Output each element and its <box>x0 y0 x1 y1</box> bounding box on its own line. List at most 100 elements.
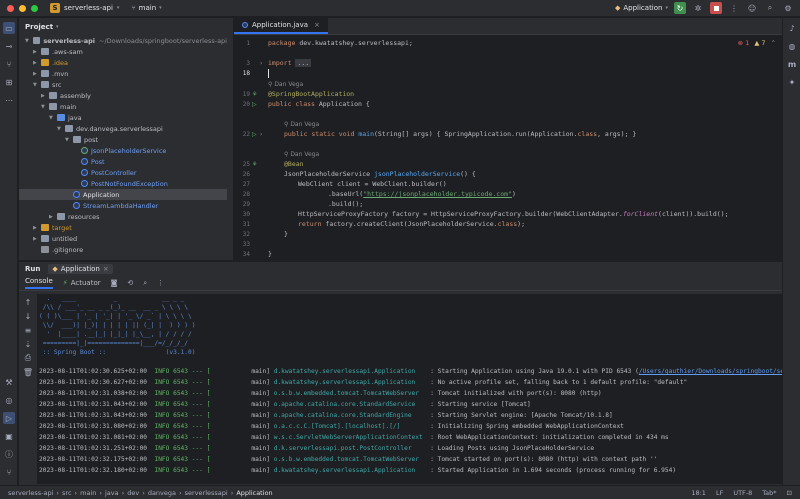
vcs-tool-button[interactable]: ⑂ <box>3 58 15 70</box>
scroll-up-button[interactable]: ↑ <box>22 296 34 308</box>
chevron-right-icon[interactable]: ▶ <box>33 225 41 231</box>
chevron-right-icon[interactable]: ▶ <box>49 214 57 220</box>
more-tools-button[interactable]: ⋯ <box>3 94 15 106</box>
search-everywhere-button[interactable]: ⌕ <box>764 2 776 14</box>
file-encoding[interactable]: UTF-8 <box>733 489 752 497</box>
code-line[interactable]: 31 return factory.createClient(JsonPlace… <box>234 219 782 229</box>
build-tool-button[interactable]: ⚒ <box>3 376 15 388</box>
breadcrumb-item[interactable]: java <box>105 489 119 497</box>
tree-item[interactable]: PostController <box>19 167 227 178</box>
project-panel-header[interactable]: Project ▾ <box>19 18 233 35</box>
debug-button[interactable]: ✲ <box>692 2 704 14</box>
services-tool-button[interactable]: ◎ <box>3 394 15 406</box>
code-line[interactable]: 34 } <box>234 249 782 259</box>
code-line-current[interactable]: 18 <box>234 68 782 78</box>
more-icon[interactable]: ⋮ <box>157 279 164 287</box>
close-icon[interactable]: × <box>103 265 109 273</box>
find-icon[interactable]: ⌕ <box>143 279 147 288</box>
breadcrumb-item[interactable]: main <box>80 489 96 497</box>
breadcrumb-item[interactable]: serverlessapi <box>185 489 228 497</box>
tree-item[interactable]: Application <box>19 189 227 200</box>
breadcrumb-item[interactable]: Application <box>236 489 272 497</box>
chevron-down-icon[interactable]: ▼ <box>33 82 41 88</box>
indent-setting[interactable]: Tab* <box>762 489 776 497</box>
scroll-to-end-button[interactable]: ⇣ <box>22 338 34 350</box>
code-line[interactable]: 19 ⚘ @SpringBootApplication <box>234 89 782 99</box>
chevron-down-icon[interactable]: ▼ <box>65 137 73 143</box>
database-tool-button[interactable]: ◍ <box>786 40 798 52</box>
bean-icon[interactable]: ⚘ <box>252 161 257 168</box>
tree-item[interactable]: ▶ .mvn <box>19 68 227 79</box>
run-gutter-icon[interactable]: ▷ <box>252 131 257 138</box>
code-line[interactable]: 26 JsonPlaceholderService jsonPlaceholde… <box>234 169 782 179</box>
close-icon[interactable]: × <box>314 21 320 29</box>
soft-wrap-button[interactable]: ≡ <box>22 324 34 336</box>
tree-item[interactable]: ▼ java <box>19 112 227 123</box>
tree-item[interactable]: ▶ resources <box>19 211 227 222</box>
clear-console-button[interactable]: 🗑 <box>22 366 34 378</box>
breadcrumb-item[interactable]: serverless-api <box>8 489 53 497</box>
chevron-right-icon[interactable]: ▶ <box>33 60 41 66</box>
minimize-window-button[interactable] <box>19 4 26 12</box>
git-tool-button[interactable]: ⑂ <box>3 466 15 478</box>
breadcrumb-item[interactable]: dev <box>127 489 139 497</box>
tree-item[interactable]: ▶ untitled <box>19 233 227 244</box>
structure-tool-button[interactable]: ⊞ <box>3 76 15 88</box>
tree-item[interactable]: JsonPlaceholderService <box>19 145 227 156</box>
code-line[interactable]: 27 WebClient client = WebClient.builder(… <box>234 179 782 189</box>
console-output[interactable]: . ____ _ __ _ _ /\\ / ___'_ __ _ _(_)_ _… <box>37 294 782 484</box>
notifications-button[interactable]: ♪ <box>786 22 798 34</box>
code-line[interactable]: 25 ⚘ @Bean <box>234 159 782 169</box>
breadcrumb-item[interactable]: danvega <box>148 489 176 497</box>
tree-item[interactable]: ▶ assembly <box>19 90 227 101</box>
project-tool-button[interactable]: ▭ <box>3 22 15 34</box>
user-button[interactable]: ☺ <box>746 2 758 14</box>
close-window-button[interactable] <box>7 4 14 12</box>
restore-layout-icon[interactable]: ⟲ <box>127 279 133 287</box>
lock-icon[interactable]: ⊡ <box>787 489 792 497</box>
run-tool-button[interactable]: ▷ <box>3 412 15 424</box>
tree-item[interactable]: ▶ .idea <box>19 57 227 68</box>
chevron-right-icon[interactable]: ▶ <box>33 49 41 55</box>
tree-item[interactable]: ▼ serverless-api ~/Downloads/springboot/se… <box>19 35 227 46</box>
more-actions-button[interactable]: ⋮ <box>728 2 740 14</box>
commit-tool-button[interactable]: ⊸ <box>3 40 15 52</box>
chevron-down-icon[interactable]: ▼ <box>57 126 65 132</box>
code-line[interactable]: 3 › import ... <box>234 58 782 68</box>
bean-icon[interactable]: ⚘ <box>252 91 257 98</box>
problems-tool-button[interactable]: ⓘ <box>3 448 15 460</box>
code-line[interactable]: 28 .baseUrl("https://jsonplaceholder.typ… <box>234 189 782 199</box>
terminal-tool-button[interactable]: ▣ <box>3 430 15 442</box>
chevron-right-icon[interactable]: ▶ <box>41 93 49 99</box>
line-separator[interactable]: LF <box>716 489 723 497</box>
tab-actuator[interactable]: ⚡ Actuator <box>63 279 101 287</box>
tree-item[interactable]: Post <box>19 156 227 167</box>
run-config-tab[interactable]: ◆ Application × <box>48 264 113 274</box>
tree-item[interactable]: StreamLambdaHandler <box>19 200 227 211</box>
rerun-button[interactable]: ↻ <box>674 2 686 14</box>
code-line[interactable]: 20 ▷ public class Application { <box>234 99 782 109</box>
code-line[interactable]: 22 ▷ › public static void main(String[] … <box>234 129 782 139</box>
maven-tool-button[interactable]: m <box>786 58 798 70</box>
chevron-right-icon[interactable]: ▶ <box>33 236 41 242</box>
chevron-down-icon[interactable]: ▼ <box>25 38 33 44</box>
tab-console[interactable]: Console <box>25 277 53 289</box>
camera-icon[interactable]: ◙ <box>111 279 118 287</box>
log-path-link[interactable]: /Users/gauthier/Downloads/springboot/ser… <box>639 368 782 375</box>
chevron-right-icon[interactable]: ▶ <box>33 71 41 77</box>
code-line[interactable]: 33 <box>234 239 782 249</box>
run-config-selector[interactable]: ◆ Application ▾ <box>615 4 668 12</box>
ai-assistant-button[interactable]: ✦ <box>786 76 798 88</box>
breadcrumb-item[interactable]: src <box>62 489 72 497</box>
branch-switcher[interactable]: ⑂ main ▾ <box>131 4 161 12</box>
tree-item[interactable]: ▶ .aws-sam <box>19 46 227 57</box>
stop-button[interactable] <box>710 2 722 14</box>
chevron-down-icon[interactable]: ▼ <box>41 104 49 110</box>
run-gutter-icon[interactable]: ▷ <box>252 101 257 108</box>
print-button[interactable]: ⎙ <box>22 352 34 364</box>
project-switcher[interactable]: S serverless-api ▾ <box>50 3 119 13</box>
tab-application-java[interactable]: Application.java × <box>234 17 328 34</box>
tree-item[interactable]: ▼ src <box>19 79 227 90</box>
tree-item[interactable]: .gitignore <box>19 244 227 255</box>
chevron-down-icon[interactable]: ▼ <box>49 115 57 121</box>
